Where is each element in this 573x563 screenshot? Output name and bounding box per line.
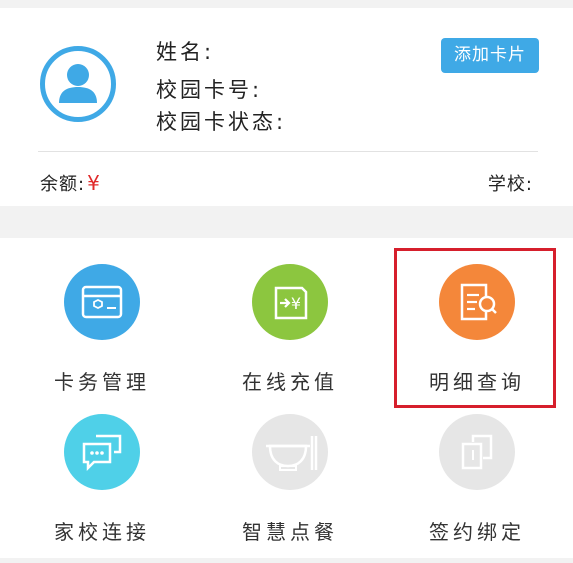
avatar — [40, 46, 116, 122]
recharge-icon: ¥ — [252, 264, 328, 340]
meal-icon — [252, 414, 328, 490]
menu-item-online-recharge[interactable]: ¥ 在线充值 — [195, 246, 385, 396]
menu-item-label: 家校连接 — [54, 520, 150, 544]
school-label: 学校: — [487, 174, 533, 195]
balance-currency: ¥ — [87, 171, 101, 195]
link-icon — [439, 414, 515, 490]
menu-item-contract-binding[interactable]: 签约绑定 — [382, 396, 572, 546]
menu-item-label: 在线充值 — [242, 370, 338, 394]
menu-item-label: 签约绑定 — [429, 520, 525, 544]
user-icon — [59, 64, 97, 103]
add-card-button[interactable]: 添加卡片 — [441, 38, 539, 73]
highlight-box — [394, 248, 556, 408]
balance-label: 余额: — [40, 174, 86, 195]
divider — [38, 151, 538, 152]
menu-item-label: 卡务管理 — [54, 370, 150, 394]
name-label: 姓名: — [156, 40, 215, 64]
menu-item-card-management[interactable]: 卡务管理 — [7, 246, 197, 396]
card-icon — [64, 264, 140, 340]
card-number-label: 校园卡号: — [156, 78, 263, 102]
balance-row: 余额: ¥ — [40, 170, 101, 196]
menu-item-smart-ordering[interactable]: 智慧点餐 — [195, 396, 385, 546]
chat-icon — [64, 414, 140, 490]
menu-item-label: 智慧点餐 — [242, 520, 338, 544]
svg-text:¥: ¥ — [291, 294, 301, 313]
menu-item-home-school-link[interactable]: 家校连接 — [7, 396, 197, 546]
card-status-label: 校园卡状态: — [156, 110, 287, 134]
campus-card-panel: 姓名: 校园卡号: 校园卡状态: 添加卡片 余额: ¥ 学校: — [0, 8, 573, 206]
